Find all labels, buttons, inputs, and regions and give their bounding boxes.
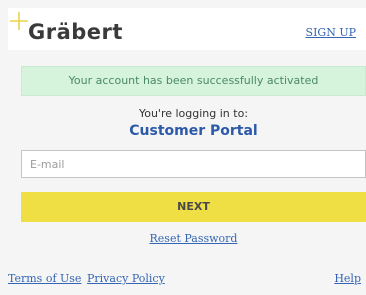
help-link[interactable]: Help: [334, 272, 361, 285]
sign-up-link[interactable]: SIGN UP: [306, 26, 356, 39]
portal-name: Customer Portal: [129, 123, 258, 139]
terms-of-use-link[interactable]: Terms of Use: [8, 272, 81, 285]
plus-logo-icon: [10, 12, 28, 30]
reset-password-link[interactable]: Reset Password: [21, 232, 366, 245]
privacy-policy-link[interactable]: Privacy Policy: [87, 272, 165, 285]
brand-logo-text: Gräbert: [28, 20, 123, 44]
success-message: Your account has been successfully activ…: [21, 66, 366, 96]
next-button[interactable]: NEXT: [21, 192, 366, 222]
logging-in-to-label: You're logging in to:: [138, 107, 249, 120]
email-field[interactable]: [21, 150, 366, 178]
header-bar: Gräbert SIGN UP: [8, 8, 366, 50]
